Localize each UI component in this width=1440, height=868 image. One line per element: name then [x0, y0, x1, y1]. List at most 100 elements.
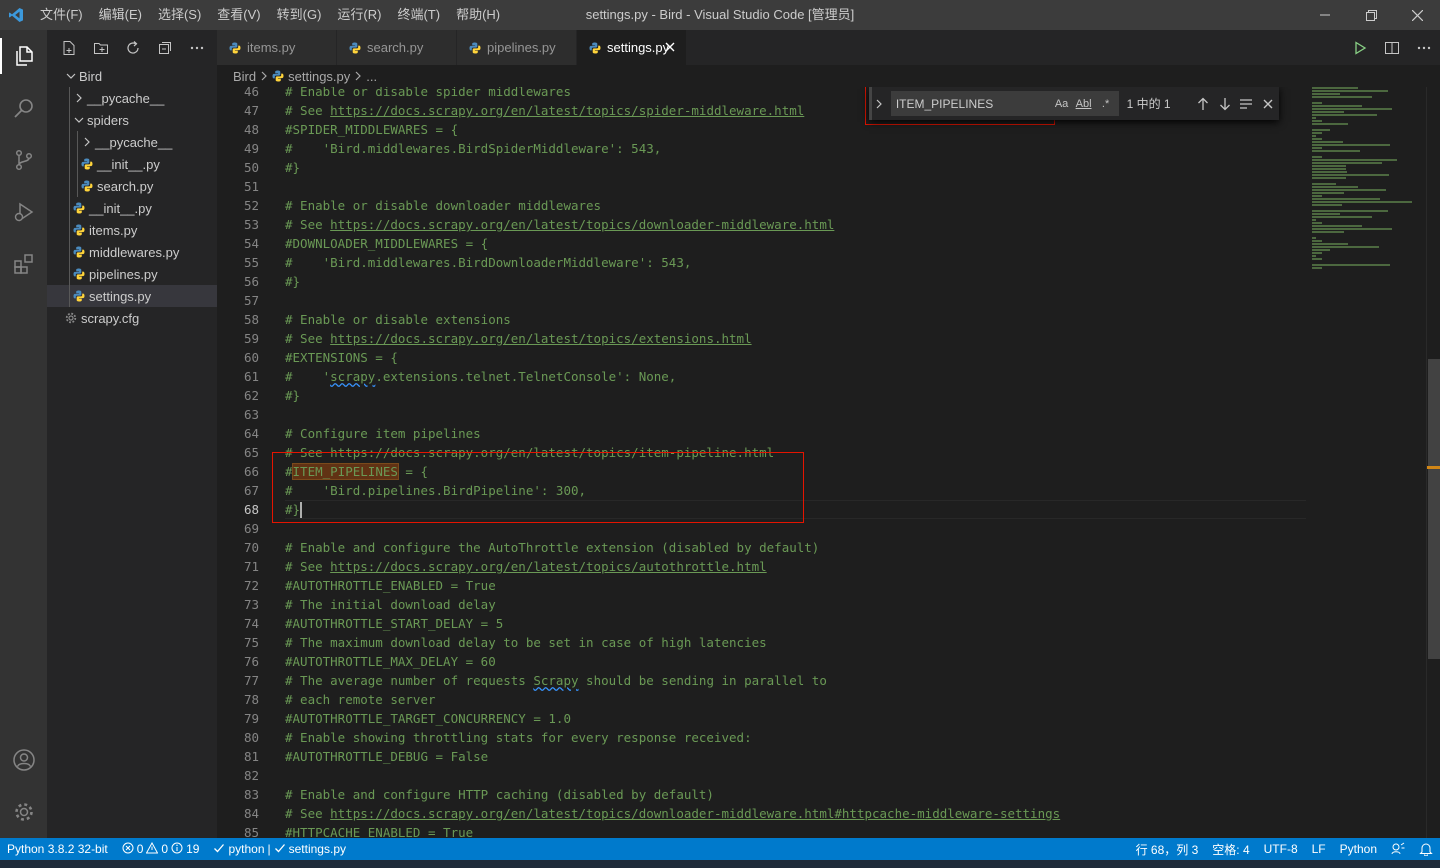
menu-item[interactable]: 运行(R)	[329, 0, 389, 30]
code-line[interactable]: 77 # The average number of requests Scrap…	[217, 671, 1307, 690]
code-link[interactable]: https://docs.scrapy.org/en/latest/topics…	[330, 331, 751, 346]
code-line[interactable]: 76 #AUTOTHROTTLE_MAX_DELAY = 60	[217, 652, 1307, 671]
find-in-selection-icon[interactable]	[1235, 93, 1257, 115]
tree-file[interactable]: scrapy.cfg	[47, 307, 217, 329]
tree-file[interactable]: __init__.py	[47, 197, 217, 219]
code-link[interactable]: https://docs.scrapy.org/en/latest/topics…	[330, 103, 804, 118]
new-folder-icon[interactable]	[85, 33, 117, 63]
editor-more-icon[interactable]	[1408, 30, 1440, 65]
tree-file[interactable]: __init__.py	[47, 153, 217, 175]
tab-items-py[interactable]: items.py	[217, 30, 337, 65]
code-line[interactable]: 73 # The initial download delay	[217, 595, 1307, 614]
accounts-icon[interactable]	[0, 734, 47, 786]
notifications-bell-icon[interactable]	[1412, 838, 1440, 860]
more-actions-icon[interactable]	[181, 33, 213, 63]
tree-folder[interactable]: __pycache__	[47, 131, 217, 153]
run-file-icon[interactable]	[1344, 30, 1376, 65]
code-line[interactable]: 64 # Configure item pipelines	[217, 424, 1307, 443]
close-tab-icon[interactable]	[662, 39, 678, 58]
tree-file[interactable]: pipelines.py	[47, 263, 217, 285]
arrow-up-icon[interactable]	[1192, 93, 1214, 115]
code-line[interactable]: 79 #AUTOTHROTTLE_TARGET_CONCURRENCY = 1.0	[217, 709, 1307, 728]
code-link[interactable]: https://docs.scrapy.org/en/latest/topics…	[330, 217, 834, 232]
end-of-line[interactable]: LF	[1305, 838, 1333, 860]
arrow-down-icon[interactable]	[1214, 93, 1236, 115]
code-line[interactable]: 62 #}	[217, 386, 1307, 405]
code-line[interactable]: 54 #DOWNLOADER_MIDDLEWARES = {	[217, 234, 1307, 253]
code-line[interactable]: 60 #EXTENSIONS = {	[217, 348, 1307, 367]
code-line[interactable]: 74 #AUTOTHROTTLE_START_DELAY = 5	[217, 614, 1307, 633]
search-icon[interactable]	[0, 82, 47, 134]
feedback-icon[interactable]	[1384, 838, 1412, 860]
code-line[interactable]: 82	[217, 766, 1307, 785]
split-editor-icon[interactable]	[1376, 30, 1408, 65]
code-link[interactable]: https://docs.scrapy.org/en/latest/topics…	[330, 559, 767, 574]
code-line[interactable]: 63	[217, 405, 1307, 424]
match-case-toggle[interactable]: Aa	[1052, 94, 1072, 114]
tree-folder[interactable]: spiders	[47, 109, 217, 131]
settings-gear-icon[interactable]	[0, 786, 47, 838]
code-line[interactable]: 52 # Enable or disable downloader middlew…	[217, 196, 1307, 215]
code-line[interactable]: 81 #AUTOTHROTTLE_DEBUG = False	[217, 747, 1307, 766]
code-line[interactable]: 84 # See https://docs.scrapy.org/en/lates…	[217, 804, 1307, 823]
spelling-warning-word[interactable]: Scrapy	[533, 673, 578, 688]
close-window-button[interactable]	[1394, 0, 1440, 30]
code-line[interactable]: 85 #HTTPCACHE_ENABLED = True	[217, 823, 1307, 838]
indentation[interactable]: 空格: 4	[1205, 838, 1256, 860]
menu-item[interactable]: 转到(G)	[269, 0, 330, 30]
tree-folder[interactable]: __pycache__	[47, 87, 217, 109]
code-line[interactable]: 48 #SPIDER_MIDDLEWARES = {	[217, 120, 1307, 139]
explorer-icon[interactable]	[0, 30, 47, 82]
source-control-icon[interactable]	[0, 134, 47, 186]
language-mode[interactable]: Python	[1333, 838, 1384, 860]
code-line[interactable]: 49 # 'Bird.middlewares.BirdSpiderMiddlewa…	[217, 139, 1307, 158]
problems-indicator[interactable]: 0 0 19	[115, 838, 207, 860]
spelling-warning-word[interactable]: scrapy	[330, 369, 375, 384]
run-debug-icon[interactable]	[0, 186, 47, 238]
code-line[interactable]: 71 # See https://docs.scrapy.org/en/lates…	[217, 557, 1307, 576]
scrollbar-thumb[interactable]	[1428, 359, 1440, 659]
code-line[interactable]: 57	[217, 291, 1307, 310]
code-line[interactable]: 55 # 'Bird.middlewares.BirdDownloaderMidd…	[217, 253, 1307, 272]
breadcrumb-file[interactable]: settings.py	[288, 69, 350, 84]
code-line[interactable]: 80 # Enable showing throttling stats for …	[217, 728, 1307, 747]
restore-button[interactable]	[1348, 0, 1394, 30]
code-line[interactable]: 59 # See https://docs.scrapy.org/en/lates…	[217, 329, 1307, 348]
tab-settings-py[interactable]: settings.py	[577, 30, 687, 65]
breadcrumb-more[interactable]: ...	[366, 69, 377, 84]
new-file-icon[interactable]	[53, 33, 85, 63]
menu-item[interactable]: 选择(S)	[150, 0, 209, 30]
use-regex-toggle[interactable]: .*	[1096, 94, 1116, 114]
minimize-button[interactable]	[1302, 0, 1348, 30]
tree-root-bird[interactable]: Bird	[47, 65, 217, 87]
code-line[interactable]: 50 #}	[217, 158, 1307, 177]
python-interpreter[interactable]: Python 3.8.2 32-bit	[0, 838, 115, 860]
tree-file[interactable]: search.py	[47, 175, 217, 197]
tree-file[interactable]: settings.py	[47, 285, 217, 307]
encoding[interactable]: UTF-8	[1257, 838, 1305, 860]
code-line[interactable]: 58 # Enable or disable extensions	[217, 310, 1307, 329]
code-line[interactable]: 53 # See https://docs.scrapy.org/en/lates…	[217, 215, 1307, 234]
code-line[interactable]: 78 # each remote server	[217, 690, 1307, 709]
find-input[interactable]: ITEM_PIPELINES Aa Abl .*	[890, 91, 1119, 116]
extensions-icon[interactable]	[0, 238, 47, 290]
collapse-all-icon[interactable]	[149, 33, 181, 63]
breadcrumb-folder[interactable]: Bird	[233, 69, 256, 84]
menu-item[interactable]: 查看(V)	[209, 0, 268, 30]
minimap[interactable]	[1312, 87, 1430, 838]
code-link[interactable]: https://docs.scrapy.org/en/latest/topics…	[330, 806, 1060, 821]
tab-pipelines-py[interactable]: pipelines.py	[457, 30, 577, 65]
menu-item[interactable]: 终端(T)	[389, 0, 448, 30]
toggle-replace-chevron-icon[interactable]	[869, 87, 887, 120]
menu-item[interactable]: 编辑(E)	[91, 0, 150, 30]
refresh-icon[interactable]	[117, 33, 149, 63]
tree-file[interactable]: items.py	[47, 219, 217, 241]
code-line[interactable]: 56 #}	[217, 272, 1307, 291]
vertical-scrollbar[interactable]	[1426, 87, 1440, 838]
code-line[interactable]: 75 # The maximum download delay to be set…	[217, 633, 1307, 652]
close-icon[interactable]	[1257, 93, 1279, 115]
code-line[interactable]: 83 # Enable and configure HTTP caching (d…	[217, 785, 1307, 804]
code-line[interactable]: 70 # Enable and configure the AutoThrottl…	[217, 538, 1307, 557]
run-python-status[interactable]: python | settings.py	[206, 838, 353, 860]
code-line[interactable]: 61 # 'scrapy.extensions.telnet.TelnetCons…	[217, 367, 1307, 386]
